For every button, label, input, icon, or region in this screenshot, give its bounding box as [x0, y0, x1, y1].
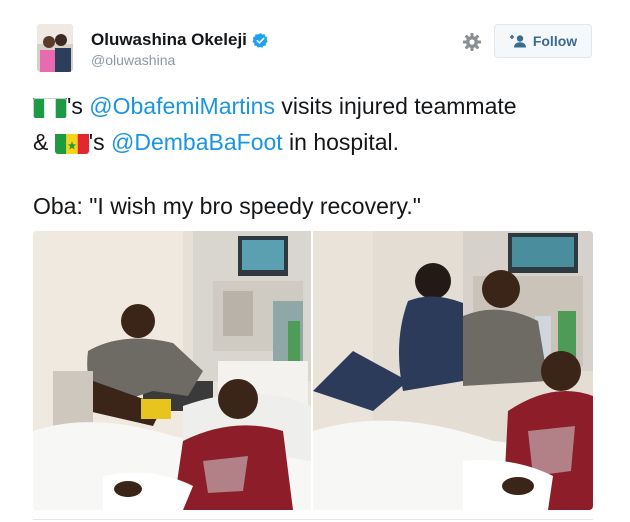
- tweet-line-1-possessive: 's: [67, 93, 90, 119]
- verified-badge-icon: [252, 32, 269, 49]
- tweet-divider: [33, 519, 593, 520]
- mention-dembabafoot[interactable]: @DembaBaFoot: [111, 129, 283, 155]
- tweet-line-3: Oba: "I wish my bro speedy recovery.": [33, 193, 421, 219]
- tweet-photo-right[interactable]: [313, 231, 593, 510]
- mention-obafemimartins[interactable]: @ObafemiMartins: [89, 93, 275, 119]
- tweet-photo-left[interactable]: [33, 231, 311, 510]
- user-handle[interactable]: @oluwashina: [91, 52, 175, 68]
- follow-button-label: Follow: [532, 33, 578, 49]
- add-user-icon: [509, 34, 527, 48]
- nigeria-flag-icon: [33, 95, 67, 118]
- tweet-card: Oluwashina Okeleji @oluwashina Follow 's…: [0, 0, 630, 522]
- tweet-line-1-rest: visits injured teammate: [274, 93, 517, 119]
- display-name[interactable]: Oluwashina Okeleji: [91, 30, 269, 50]
- tweet-line-2-possessive: 's: [88, 129, 112, 155]
- tweet-line-2-rest: in hospital.: [282, 129, 400, 155]
- senegal-flag-icon: [54, 131, 89, 154]
- tweet-line-2: & 's @DembaBaFoot in hospital.: [33, 124, 603, 160]
- display-name-text[interactable]: Oluwashina Okeleji: [91, 30, 247, 50]
- follow-button[interactable]: Follow: [494, 24, 592, 58]
- avatar[interactable]: [37, 24, 73, 72]
- tweet-line-1: 's @ObafemiMartins visits injured teamma…: [33, 88, 603, 124]
- tweet-line-2-prefix: &: [33, 129, 55, 155]
- tweet-text: 's @ObafemiMartins visits injured teamma…: [33, 88, 603, 224]
- gear-icon[interactable]: [462, 32, 482, 52]
